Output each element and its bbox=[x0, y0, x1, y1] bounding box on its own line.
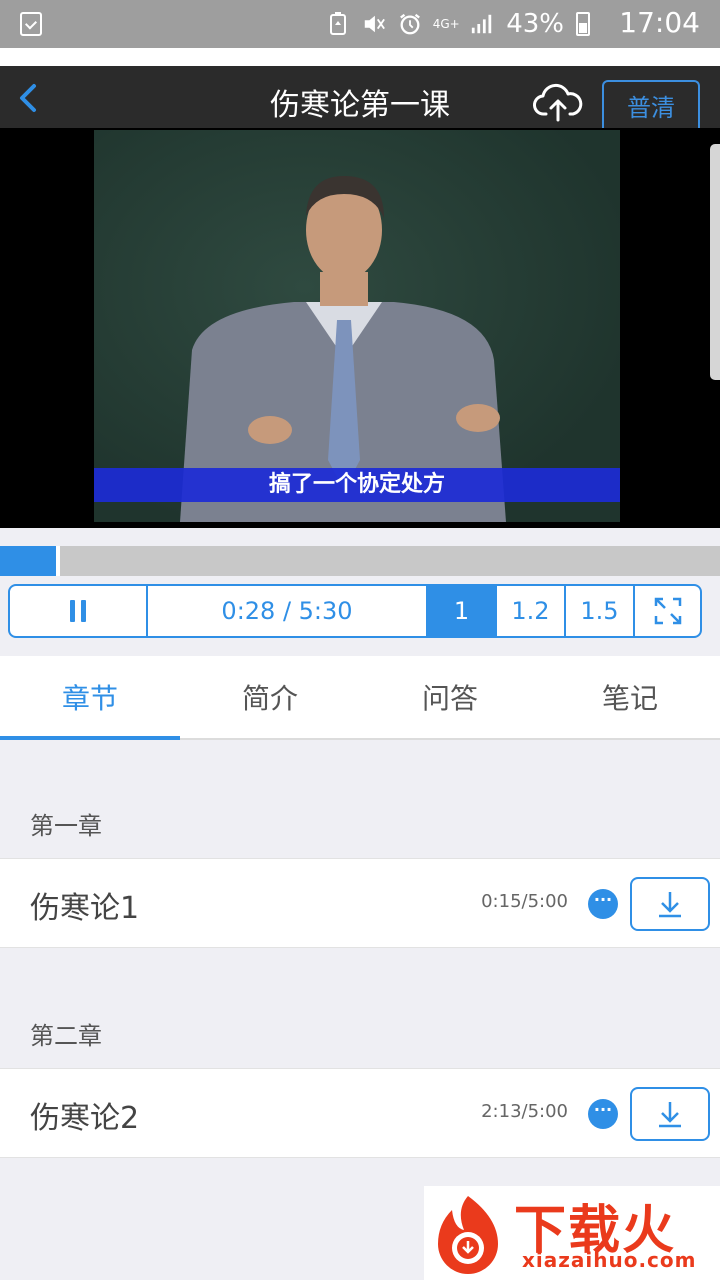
alarm-icon bbox=[398, 12, 422, 36]
progress-played bbox=[0, 546, 57, 576]
tab-intro[interactable]: 简介 bbox=[180, 656, 360, 738]
status-icons: 4G+ 43% bbox=[326, 9, 590, 39]
video-frame: 搞了一个协定处方 bbox=[94, 130, 620, 522]
list-item[interactable]: 伤寒论2 2:13/5:00 ··· bbox=[0, 1068, 720, 1158]
tab-qa[interactable]: 问答 bbox=[360, 656, 540, 738]
network-label: 4G+ bbox=[432, 17, 460, 31]
download-icon bbox=[659, 892, 681, 918]
player-controls: 0:28 / 5:30 1 1.2 1.5 bbox=[8, 584, 702, 638]
lesson-progress: 0:15/5:00 bbox=[481, 891, 568, 912]
speed-1-5-button[interactable]: 1.5 bbox=[566, 586, 635, 636]
video-player[interactable]: 搞了一个协定处方 bbox=[0, 128, 720, 528]
lesson-title: 伤寒论1 bbox=[30, 891, 140, 926]
battery-saver-icon bbox=[326, 12, 350, 36]
battery-icon bbox=[576, 12, 590, 36]
video-subtitle: 搞了一个协定处方 bbox=[268, 472, 445, 497]
quality-button[interactable]: 普清 bbox=[602, 80, 700, 128]
header-spacer bbox=[0, 48, 720, 66]
watermark-domain: xiazaihuo.com bbox=[522, 1248, 697, 1272]
battery-percent: 43% bbox=[506, 9, 564, 39]
lesson-progress: 2:13/5:00 bbox=[481, 1101, 568, 1122]
progress-bar[interactable] bbox=[0, 546, 720, 576]
fullscreen-button[interactable] bbox=[635, 586, 700, 636]
mute-icon bbox=[362, 12, 386, 36]
speed-1-2-button[interactable]: 1.2 bbox=[497, 586, 566, 636]
clock: 17:04 bbox=[619, 6, 700, 39]
tab-notes[interactable]: 笔记 bbox=[540, 656, 720, 738]
progress-track[interactable] bbox=[60, 546, 720, 576]
lecturer-figure bbox=[180, 176, 506, 522]
download-button[interactable] bbox=[630, 877, 710, 931]
signal-icon bbox=[470, 12, 494, 36]
status-bar: 4G+ 43% 17:04 bbox=[0, 0, 720, 48]
back-icon[interactable] bbox=[12, 80, 48, 116]
speed-1-button[interactable]: 1 bbox=[428, 586, 497, 636]
download-icon bbox=[659, 1102, 681, 1128]
lesson-title: 伤寒论2 bbox=[30, 1101, 140, 1136]
chapter-title: 第二章 bbox=[30, 1022, 102, 1050]
pause-button[interactable] bbox=[10, 586, 148, 636]
page-title: 伤寒论第一课 bbox=[270, 88, 450, 123]
download-button[interactable] bbox=[630, 1087, 710, 1141]
time-display: 0:28 / 5:30 bbox=[148, 586, 428, 636]
chapter-title: 第一章 bbox=[30, 812, 102, 840]
pause-icon bbox=[70, 600, 86, 622]
cloud-upload-icon[interactable] bbox=[532, 82, 584, 122]
screenshot-icon bbox=[20, 12, 42, 36]
list-item[interactable]: 伤寒论1 0:15/5:00 ··· bbox=[0, 858, 720, 948]
tab-bar: 章节 简介 问答 笔记 bbox=[0, 656, 720, 740]
watermark: 下载火 xiazaihuo.com bbox=[424, 1186, 720, 1280]
network-4g-icon: 4G+ bbox=[432, 12, 460, 36]
fullscreen-icon bbox=[654, 597, 681, 625]
more-icon[interactable]: ··· bbox=[588, 889, 618, 919]
tab-chapters[interactable]: 章节 bbox=[0, 656, 180, 740]
scroll-handle[interactable] bbox=[710, 144, 720, 380]
title-bar: 伤寒论第一课 普清 bbox=[0, 66, 720, 128]
flame-logo-icon bbox=[428, 1192, 508, 1276]
more-icon[interactable]: ··· bbox=[588, 1099, 618, 1129]
